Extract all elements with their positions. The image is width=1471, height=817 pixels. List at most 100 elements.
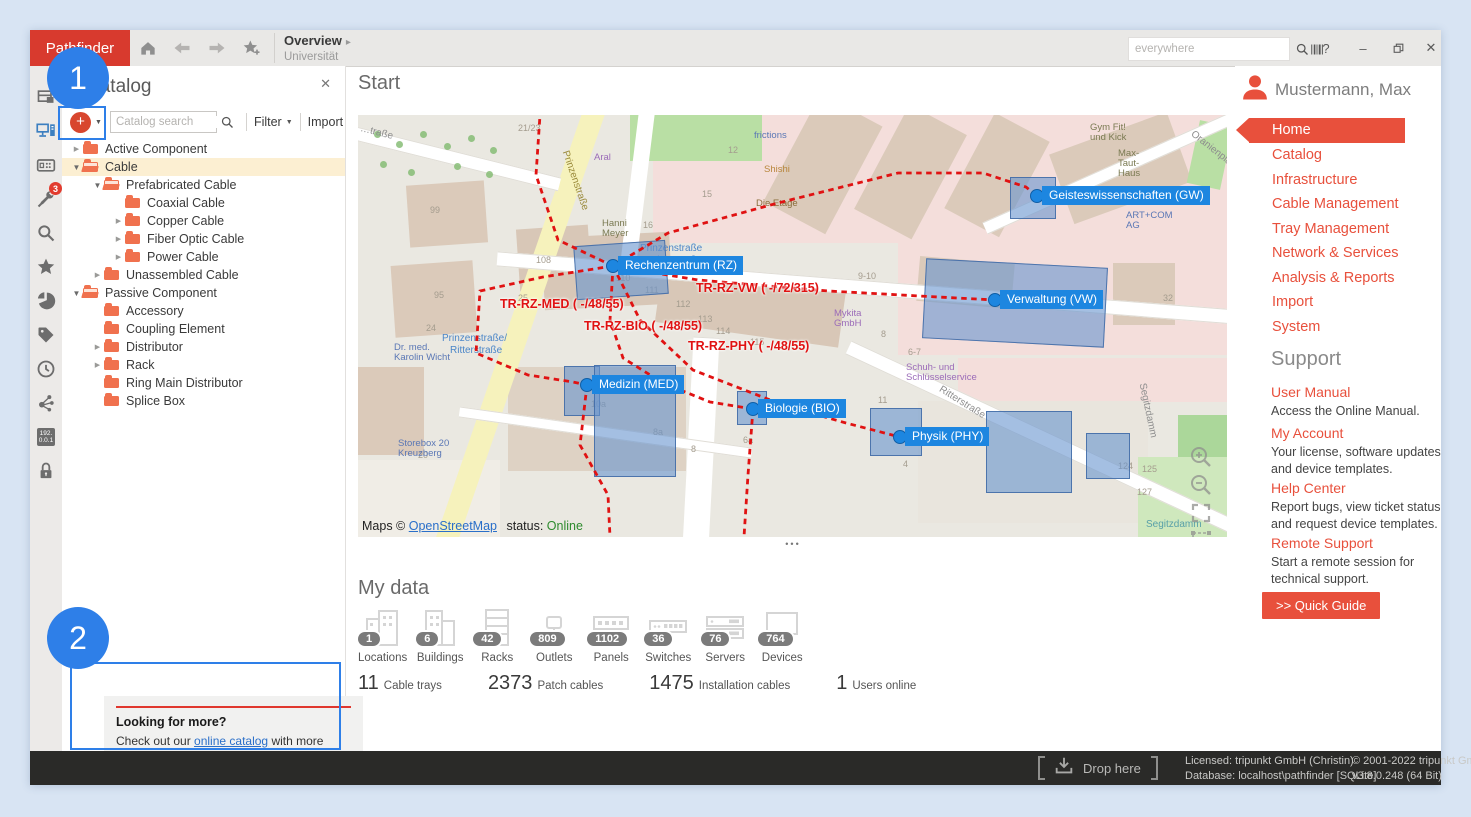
quick-guide-button[interactable]: >> Quick Guide [1262,592,1380,619]
highlighted-building[interactable] [986,411,1072,493]
help-button[interactable]: ? [1313,38,1339,58]
close-button[interactable]: ✕ [1418,38,1444,58]
data-tile-locations[interactable]: 1Locations [358,607,407,664]
data-tile-outlets[interactable]: 809Outlets [530,607,578,664]
route-label[interactable]: TR-RZ-VW ( -/72/315) [696,281,819,295]
data-tile-racks[interactable]: 42Racks [473,607,521,664]
data-tile-switches[interactable]: 36Switches [644,607,692,664]
route-label[interactable]: TR-RZ-BIO ( -/48/55) [584,319,702,333]
marker-label[interactable]: Medizin (MED) [592,375,684,394]
building-marker-biologie-bio-[interactable]: Biologie (BIO) [746,399,846,418]
import-button[interactable]: Import [308,115,343,129]
map-control-zoom-in-icon[interactable] [1189,445,1213,469]
back-icon[interactable] [170,37,194,59]
highlighted-building[interactable] [1086,433,1130,479]
catalog-search-input[interactable] [111,116,275,128]
data-tile-panels[interactable]: 1102Panels [587,607,635,664]
nav-item-infrastructure[interactable]: Infrastructure [1272,172,1357,188]
building-marker-physik-phy-[interactable]: Physik (PHY) [893,427,989,446]
marker-label[interactable]: Rechenzentrum (RZ) [618,256,743,275]
map-control-zoom-out-icon[interactable] [1189,473,1213,497]
support-link-my-account[interactable]: My AccountYour license, software updates… [1271,425,1447,478]
search-icon[interactable] [34,220,58,246]
expander-collapsed-icon[interactable]: ▶ [91,271,104,279]
search-icon[interactable] [1295,38,1310,60]
breadcrumb-title[interactable]: Overview [284,33,342,48]
tree-item-active-component[interactable]: ▶Active Component [62,140,345,158]
support-link-help-center[interactable]: Help CenterReport bugs, view ticket stat… [1271,480,1447,533]
global-search-input[interactable] [1129,43,1295,55]
filter-button[interactable]: Filter [254,115,282,129]
user-name[interactable]: Mustermann, Max [1275,80,1411,100]
support-link-user-manual[interactable]: User ManualAccess the Online Manual. [1271,384,1447,420]
nav-item-tray-management[interactable]: Tray Management [1272,221,1389,237]
filter-dropdown-icon[interactable]: ▼ [286,119,293,126]
campus-map[interactable]: 21/2312151699951082524110111112113114115… [358,115,1227,537]
catalog-close-icon[interactable]: ✕ [320,76,331,92]
tree-item-coupling-element[interactable]: Coupling Element [62,320,345,338]
drop-zone[interactable]: Drop here [1038,756,1158,780]
ip-icon[interactable]: 192.0.0.1 [34,424,58,450]
marker-label[interactable]: Physik (PHY) [905,427,989,446]
support-link-title[interactable]: User Manual [1271,384,1447,400]
expander-collapsed-icon[interactable]: ▶ [112,235,125,243]
marker-label[interactable]: Geisteswissenschaften (GW) [1042,186,1210,205]
data-tile-buildings[interactable]: 6Buildings [416,607,464,664]
expander-collapsed-icon[interactable]: ▶ [70,145,83,153]
reports-icon[interactable] [34,288,58,314]
building-marker-medizin-med-[interactable]: Medizin (MED) [580,375,684,394]
map-control-fullscreen-icon[interactable] [1189,501,1213,525]
tree-item-cable[interactable]: ▼Cable [62,158,345,176]
tree-item-passive-component[interactable]: ▼Passive Component [62,284,345,302]
user-avatar-icon[interactable] [1240,72,1270,102]
tree-item-accessory[interactable]: Accessory [62,302,345,320]
home-icon[interactable] [136,37,160,59]
tags-icon[interactable] [34,322,58,348]
nav-item-system[interactable]: System [1272,319,1320,335]
data-tile-devices[interactable]: 764Devices [758,607,806,664]
tree-item-fiber-optic-cable[interactable]: ▶Fiber Optic Cable [62,230,345,248]
nav-item-import[interactable]: Import [1272,294,1313,310]
nav-item-network-services[interactable]: Network & Services [1272,245,1399,261]
minimize-button[interactable]: – [1350,38,1376,58]
splitter-handle[interactable]: ••• [758,539,828,549]
tree-item-coaxial-cable[interactable]: Coaxial Cable [62,194,345,212]
cable-route[interactable] [613,173,1037,266]
favorites-icon[interactable] [34,254,58,280]
support-link-title[interactable]: Help Center [1271,480,1447,496]
history-icon[interactable] [34,356,58,382]
support-link-remote-support[interactable]: Remote SupportStart a remote session for… [1271,535,1447,588]
jobs-icon[interactable]: 3 [34,186,58,212]
maximize-button[interactable] [1385,38,1411,58]
openstreetmap-link[interactable]: OpenStreetMap [409,519,497,533]
support-link-title[interactable]: My Account [1271,425,1447,441]
tree-item-unassembled-cable[interactable]: ▶Unassembled Cable [62,266,345,284]
tree-item-ring-main-distributor[interactable]: Ring Main Distributor [62,374,345,392]
catalog-search[interactable] [110,111,217,133]
route-label[interactable]: TR-RZ-MED ( -/48/55) [500,297,624,311]
tree-item-copper-cable[interactable]: ▶Copper Cable [62,212,345,230]
tree-item-distributor[interactable]: ▶Distributor [62,338,345,356]
tree-item-power-cable[interactable]: ▶Power Cable [62,248,345,266]
marker-label[interactable]: Biologie (BIO) [758,399,846,418]
expander-collapsed-icon[interactable]: ▶ [91,343,104,351]
expander-collapsed-icon[interactable]: ▶ [112,217,125,225]
breadcrumb[interactable]: Overview▸ Universität [284,33,351,65]
marker-label[interactable]: Verwaltung (VW) [1000,290,1103,309]
building-marker-rechenzentrum-rz-[interactable]: Rechenzentrum (RZ) [606,256,743,275]
catalog-search-icon[interactable] [217,111,239,133]
building-marker-geisteswissenschaften-gw-[interactable]: Geisteswissenschaften (GW) [1030,186,1210,205]
nav-item-analysis-reports[interactable]: Analysis & Reports [1272,270,1395,286]
infrastructure-icon[interactable] [34,118,58,144]
data-tile-servers[interactable]: 76Servers [701,607,749,664]
nav-item-catalog[interactable]: Catalog [1272,147,1322,163]
forward-icon[interactable] [205,37,229,59]
route-label[interactable]: TR-RZ-PHY ( -/48/55) [688,339,809,353]
security-icon[interactable] [34,458,58,484]
expander-collapsed-icon[interactable]: ▶ [91,361,104,369]
nav-item-home[interactable]: Home [1249,118,1405,143]
expander-collapsed-icon[interactable]: ▶ [112,253,125,261]
global-search[interactable] [1128,37,1290,61]
favorite-add-icon[interactable] [240,37,264,59]
tree-item-splice-box[interactable]: Splice Box [62,392,345,410]
